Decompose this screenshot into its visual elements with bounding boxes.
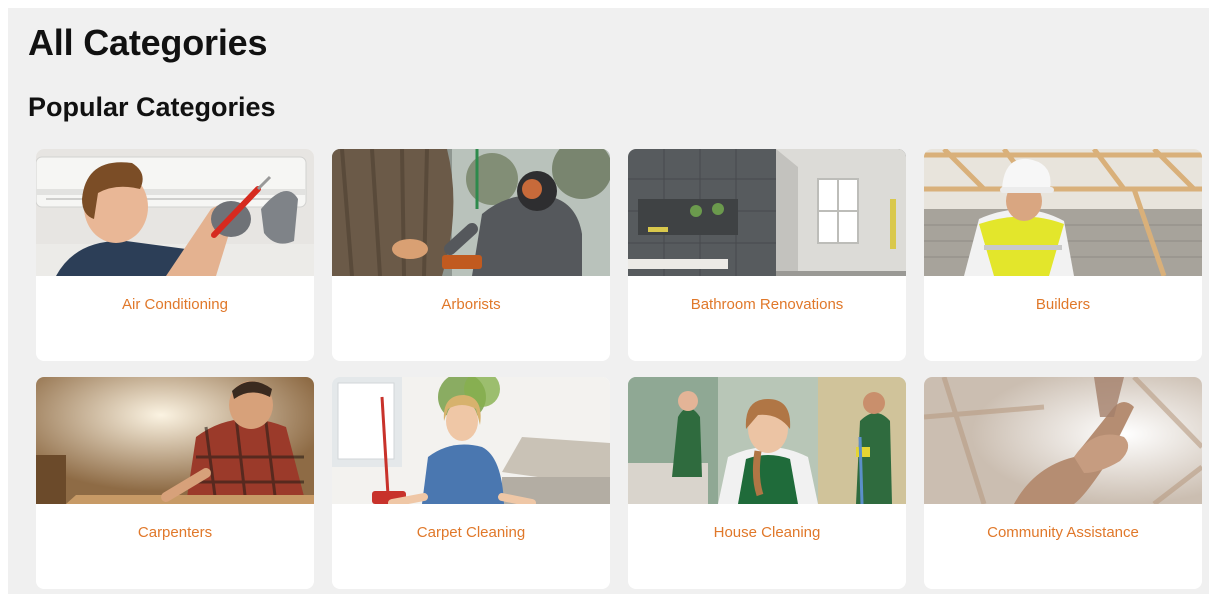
category-image <box>332 149 610 276</box>
category-card-carpet-cleaning[interactable]: Carpet Cleaning <box>332 377 610 589</box>
categories-page: All Categories Popular Categories Air Co… <box>8 8 1209 594</box>
category-grid: Air Conditioning Arborists Bathroom Reno… <box>36 149 1202 589</box>
category-card-arborists[interactable]: Arborists <box>332 149 610 361</box>
category-label: Air Conditioning <box>122 296 228 313</box>
category-label: Bathroom Renovations <box>690 296 844 313</box>
category-label: Community Assistance <box>987 524 1139 541</box>
category-label: Arborists <box>441 296 501 313</box>
category-image <box>924 149 1202 276</box>
category-image <box>36 149 314 276</box>
category-image <box>628 149 906 276</box>
category-label: Builders <box>1035 296 1091 313</box>
category-label: House Cleaning <box>713 524 821 541</box>
category-image <box>36 377 314 504</box>
category-card-bathroom-renovations[interactable]: Bathroom Renovations <box>628 149 906 361</box>
category-label: Carpet Cleaning <box>416 524 526 541</box>
page-title: All Categories <box>28 22 268 63</box>
category-image <box>628 377 906 504</box>
category-card-community-assistance[interactable]: Community Assistance <box>924 377 1202 589</box>
category-label: Carpenters <box>137 524 213 541</box>
category-card-house-cleaning[interactable]: House Cleaning <box>628 377 906 589</box>
category-card-carpenters[interactable]: Carpenters <box>36 377 314 589</box>
category-image <box>332 377 610 504</box>
category-card-builders[interactable]: Builders <box>924 149 1202 361</box>
category-card-air-conditioning[interactable]: Air Conditioning <box>36 149 314 361</box>
category-image <box>924 377 1202 504</box>
section-title: Popular Categories <box>28 92 276 122</box>
